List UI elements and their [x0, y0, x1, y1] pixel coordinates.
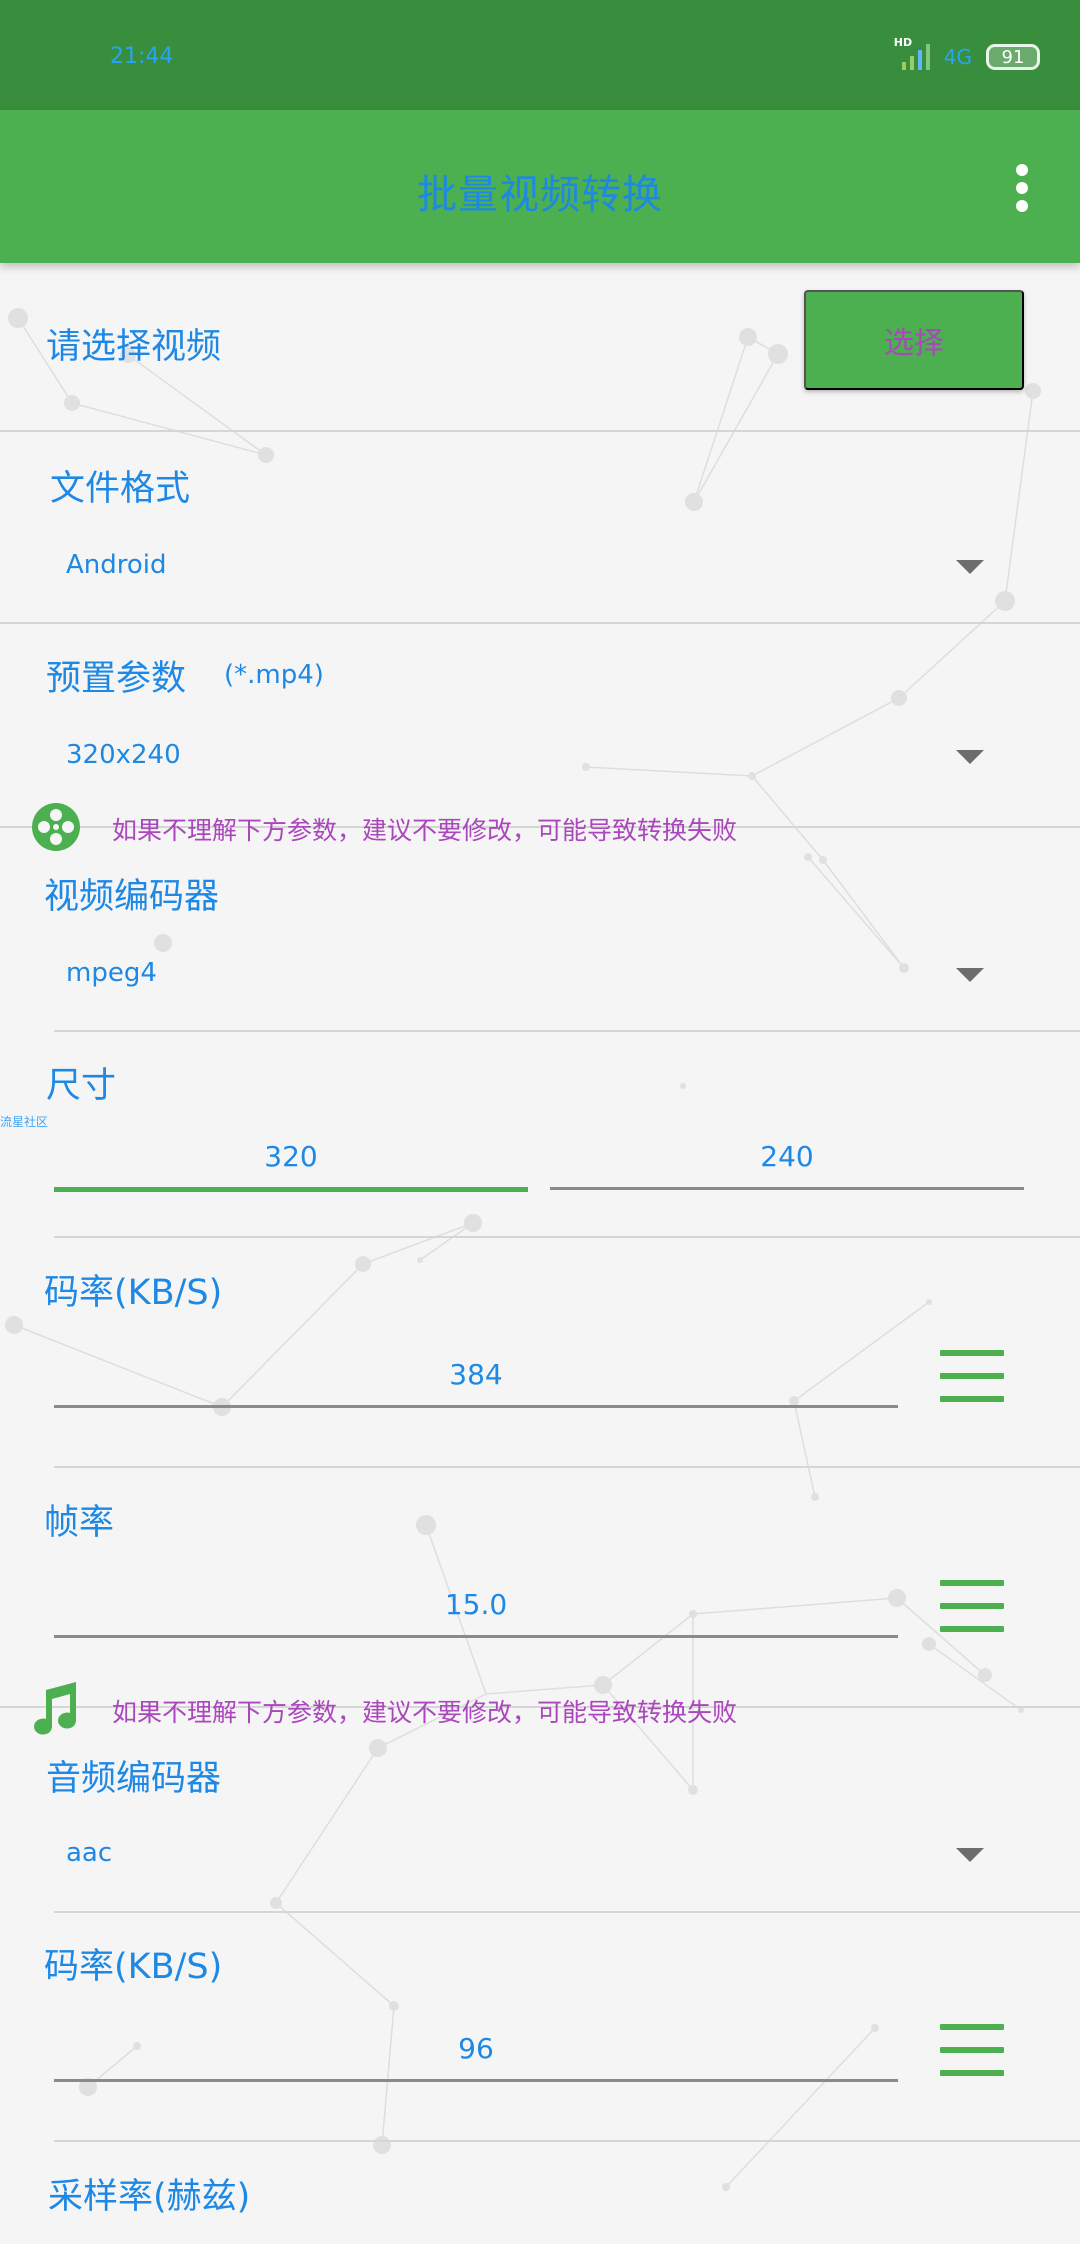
music-note-icon	[34, 1682, 77, 1735]
status-indicators: HD 4G 91	[894, 36, 1040, 72]
height-input[interactable]: 240	[550, 1130, 1024, 1192]
video-bitrate-label: 码率(KB/S)	[44, 1273, 223, 1313]
app-title: 批量视频转换	[417, 172, 663, 218]
file-format-label: 文件格式	[50, 469, 191, 509]
width-input[interactable]: 320	[54, 1130, 528, 1192]
film-reel-icon	[32, 803, 80, 851]
chevron-down-icon	[956, 968, 984, 982]
file-format-value: Android	[66, 550, 167, 580]
video-codec-dropdown[interactable]: mpeg4	[40, 938, 1040, 1008]
more-vert-icon[interactable]	[1016, 164, 1028, 212]
battery-icon: 91	[986, 44, 1040, 70]
chevron-down-icon	[956, 1848, 984, 1862]
status-time: 21:44	[110, 44, 174, 69]
hd-label: HD	[893, 36, 913, 49]
audio-bitrate-input[interactable]: 96	[54, 2024, 898, 2084]
input-underline	[54, 1635, 898, 1638]
divider	[54, 1236, 1080, 1238]
input-underline	[54, 1405, 898, 1408]
status-bar: 21:44 HD 4G 91	[0, 0, 1080, 110]
width-value: 320	[264, 1140, 318, 1173]
sample-rate-label: 采样率(赫兹)	[48, 2177, 251, 2217]
video-codec-label: 视频编码器	[44, 877, 220, 917]
app-bar: 批量视频转换	[0, 110, 1080, 263]
preset-dropdown[interactable]: 320x240	[40, 720, 1040, 790]
audio-bitrate-label: 码率(KB/S)	[44, 1947, 223, 1987]
audio-warning-text: 如果不理解下方参数，建议不要修改，可能导致转换失败	[112, 1698, 738, 1727]
divider	[54, 2140, 1080, 2142]
divider	[54, 1911, 1080, 1913]
video-bitrate-value: 384	[449, 1358, 503, 1391]
size-label: 尺寸	[46, 1066, 117, 1106]
input-underline	[54, 2079, 898, 2082]
preset-label: 预置参数	[46, 659, 187, 699]
divider	[54, 1466, 1080, 1468]
preset-hint: (*.mp4)	[224, 660, 324, 690]
list-menu-icon[interactable]	[940, 2024, 1004, 2076]
signal-icon: HD	[894, 36, 930, 70]
select-button[interactable]: 选择	[804, 290, 1024, 390]
frame-rate-value: 15.0	[444, 1588, 508, 1621]
network-type: 4G	[943, 45, 972, 69]
chevron-down-icon	[956, 750, 984, 764]
chevron-down-icon	[956, 560, 984, 574]
input-underline	[54, 1187, 528, 1192]
list-menu-icon[interactable]	[940, 1580, 1004, 1632]
audio-codec-value: aac	[66, 1838, 113, 1868]
audio-codec-dropdown[interactable]: aac	[40, 1818, 1040, 1888]
list-menu-icon[interactable]	[940, 1350, 1004, 1402]
frame-rate-label: 帧率	[44, 1503, 115, 1543]
divider	[0, 622, 1080, 624]
preset-value: 320x240	[66, 740, 181, 770]
audio-bitrate-value: 96	[458, 2032, 494, 2065]
file-format-dropdown[interactable]: Android	[40, 530, 1040, 600]
divider	[54, 1030, 1080, 1032]
watermark-text: 流星社区	[0, 1115, 49, 1129]
frame-rate-input[interactable]: 15.0	[54, 1580, 898, 1640]
battery-level: 91	[1001, 46, 1025, 68]
video-codec-value: mpeg4	[66, 958, 157, 988]
height-value: 240	[760, 1140, 814, 1173]
select-video-label: 请选择视频	[46, 327, 222, 367]
divider	[0, 430, 1080, 432]
input-underline	[550, 1187, 1024, 1190]
audio-codec-label: 音频编码器	[46, 1759, 222, 1799]
video-bitrate-input[interactable]: 384	[54, 1350, 898, 1410]
video-warning-text: 如果不理解下方参数，建议不要修改，可能导致转换失败	[112, 816, 738, 845]
